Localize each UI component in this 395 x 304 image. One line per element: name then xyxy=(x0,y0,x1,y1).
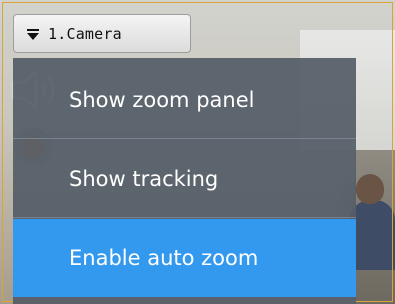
menu-item-show-tracking[interactable]: Show tracking xyxy=(13,140,356,218)
menu-item-label: Enable auto zoom xyxy=(69,246,259,270)
camera-title: 1.Camera xyxy=(48,24,122,43)
chevron-down-icon xyxy=(26,27,40,41)
menu-divider xyxy=(13,138,356,139)
camera-context-menu: Show zoom panel Show tracking Enable aut… xyxy=(13,58,356,304)
feed-person-body xyxy=(350,200,395,270)
menu-divider xyxy=(13,217,356,218)
menu-item-label: Show zoom panel xyxy=(69,88,255,112)
camera-title-button[interactable]: 1.Camera xyxy=(13,14,191,53)
menu-item-label: Show tracking xyxy=(69,167,219,191)
menu-item-show-zoom-panel[interactable]: Show zoom panel xyxy=(13,61,356,139)
menu-item-enable-auto-zoom[interactable]: Enable auto zoom xyxy=(13,219,356,297)
feed-person-head xyxy=(356,174,384,204)
